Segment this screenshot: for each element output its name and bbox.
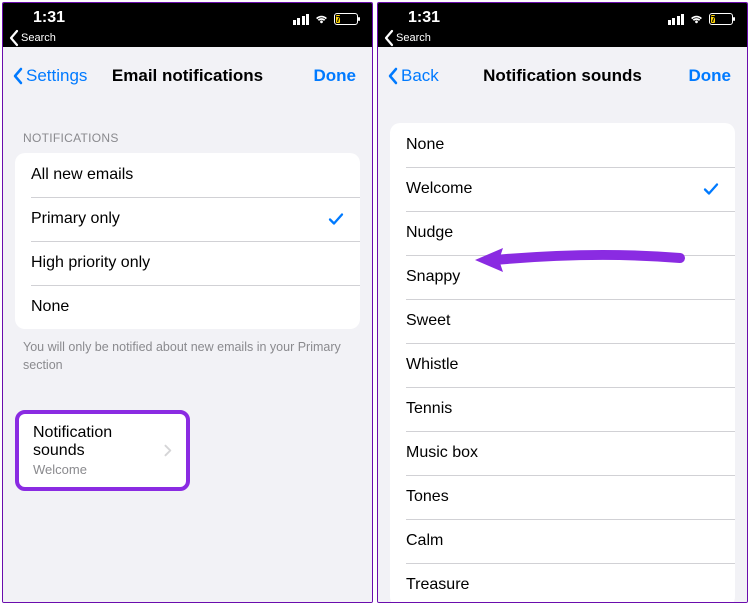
battery-level: 7 — [336, 15, 340, 23]
option-label: Tennis — [406, 400, 452, 418]
nav-back-button[interactable]: Settings — [13, 66, 87, 86]
option-primary-only[interactable]: Primary only — [15, 197, 360, 241]
sheet: Back Notification sounds Done None Welco… — [378, 51, 747, 602]
footer-note: You will only be notified about new emai… — [23, 339, 352, 374]
option-label: Treasure — [406, 576, 469, 594]
option-label: Music box — [406, 444, 478, 462]
option-label: Calm — [406, 532, 443, 550]
sound-option-treasure[interactable]: Treasure — [390, 563, 735, 602]
status-breadcrumb[interactable]: Search — [9, 29, 56, 47]
chevron-left-icon — [384, 29, 395, 47]
nav-done-button[interactable]: Done — [689, 66, 732, 86]
status-bar: 1:31 Search 7 — [378, 3, 747, 47]
chevron-left-icon — [13, 67, 24, 85]
option-label: None — [31, 298, 69, 316]
sounds-title: Notification sounds — [33, 424, 164, 460]
nav-back-label: Back — [401, 66, 439, 86]
cellular-icon — [293, 14, 310, 25]
status-bar: 1:31 Search 7 — [3, 3, 372, 47]
option-label: Whistle — [406, 356, 458, 374]
status-time: 1:31 — [33, 9, 65, 27]
option-label: Nudge — [406, 224, 453, 242]
battery-level: 7 — [711, 15, 715, 23]
option-all-new-emails[interactable]: All new emails — [15, 153, 360, 197]
option-label: All new emails — [31, 166, 133, 184]
option-label: Snappy — [406, 268, 460, 286]
screen-email-notifications: 1:31 Search 7 Settings Email notificatio… — [2, 2, 373, 603]
nav-done-button[interactable]: Done — [314, 66, 357, 86]
status-time: 1:31 — [408, 9, 440, 27]
sound-option-welcome[interactable]: Welcome — [390, 167, 735, 211]
status-breadcrumb-label: Search — [21, 32, 56, 44]
screen-notification-sounds: 1:31 Search 7 Back Notification sounds D… — [377, 2, 748, 603]
sheet: Settings Email notifications Done NOTIFI… — [3, 51, 372, 602]
content: NOTIFICATIONS All new emails Primary onl… — [3, 101, 372, 602]
status-right: 7 — [293, 13, 359, 25]
notification-options-group: All new emails Primary only High priorit… — [15, 153, 360, 329]
sound-option-tennis[interactable]: Tennis — [390, 387, 735, 431]
navbar: Settings Email notifications Done — [3, 51, 372, 101]
option-none[interactable]: None — [15, 285, 360, 329]
check-icon — [328, 211, 344, 227]
status-breadcrumb[interactable]: Search — [384, 29, 431, 47]
check-icon — [703, 181, 719, 197]
sound-option-none[interactable]: None — [390, 123, 735, 167]
status-right: 7 — [668, 13, 734, 25]
option-label: Tones — [406, 488, 449, 506]
wifi-icon — [314, 13, 329, 25]
sound-option-music-box[interactable]: Music box — [390, 431, 735, 475]
option-label: Primary only — [31, 210, 120, 228]
option-label: High priority only — [31, 254, 150, 272]
sound-option-nudge[interactable]: Nudge — [390, 211, 735, 255]
nav-title: Notification sounds — [483, 66, 642, 86]
option-label: Welcome — [406, 180, 472, 198]
sound-option-snappy[interactable]: Snappy — [390, 255, 735, 299]
notification-sounds-item[interactable]: Notification sounds Welcome — [15, 410, 190, 491]
nav-back-label: Settings — [26, 66, 87, 86]
sound-option-sweet[interactable]: Sweet — [390, 299, 735, 343]
status-breadcrumb-label: Search — [396, 32, 431, 44]
navbar: Back Notification sounds Done — [378, 51, 747, 101]
battery-icon: 7 — [334, 13, 358, 25]
wifi-icon — [689, 13, 704, 25]
sound-option-tones[interactable]: Tones — [390, 475, 735, 519]
section-label-notifications: NOTIFICATIONS — [23, 131, 352, 145]
nav-title: Email notifications — [112, 66, 263, 86]
content: None Welcome Nudge Snappy Sweet Whistle … — [378, 101, 747, 602]
sound-option-calm[interactable]: Calm — [390, 519, 735, 563]
sound-option-whistle[interactable]: Whistle — [390, 343, 735, 387]
option-label: Sweet — [406, 312, 450, 330]
nav-back-button[interactable]: Back — [388, 66, 439, 86]
sounds-options-group: None Welcome Nudge Snappy Sweet Whistle … — [390, 123, 735, 602]
battery-icon: 7 — [709, 13, 733, 25]
chevron-left-icon — [9, 29, 20, 47]
cellular-icon — [668, 14, 685, 25]
chevron-left-icon — [388, 67, 399, 85]
sounds-value: Welcome — [33, 462, 164, 477]
chevron-right-icon — [164, 444, 172, 457]
option-high-priority-only[interactable]: High priority only — [15, 241, 360, 285]
option-label: None — [406, 136, 444, 154]
